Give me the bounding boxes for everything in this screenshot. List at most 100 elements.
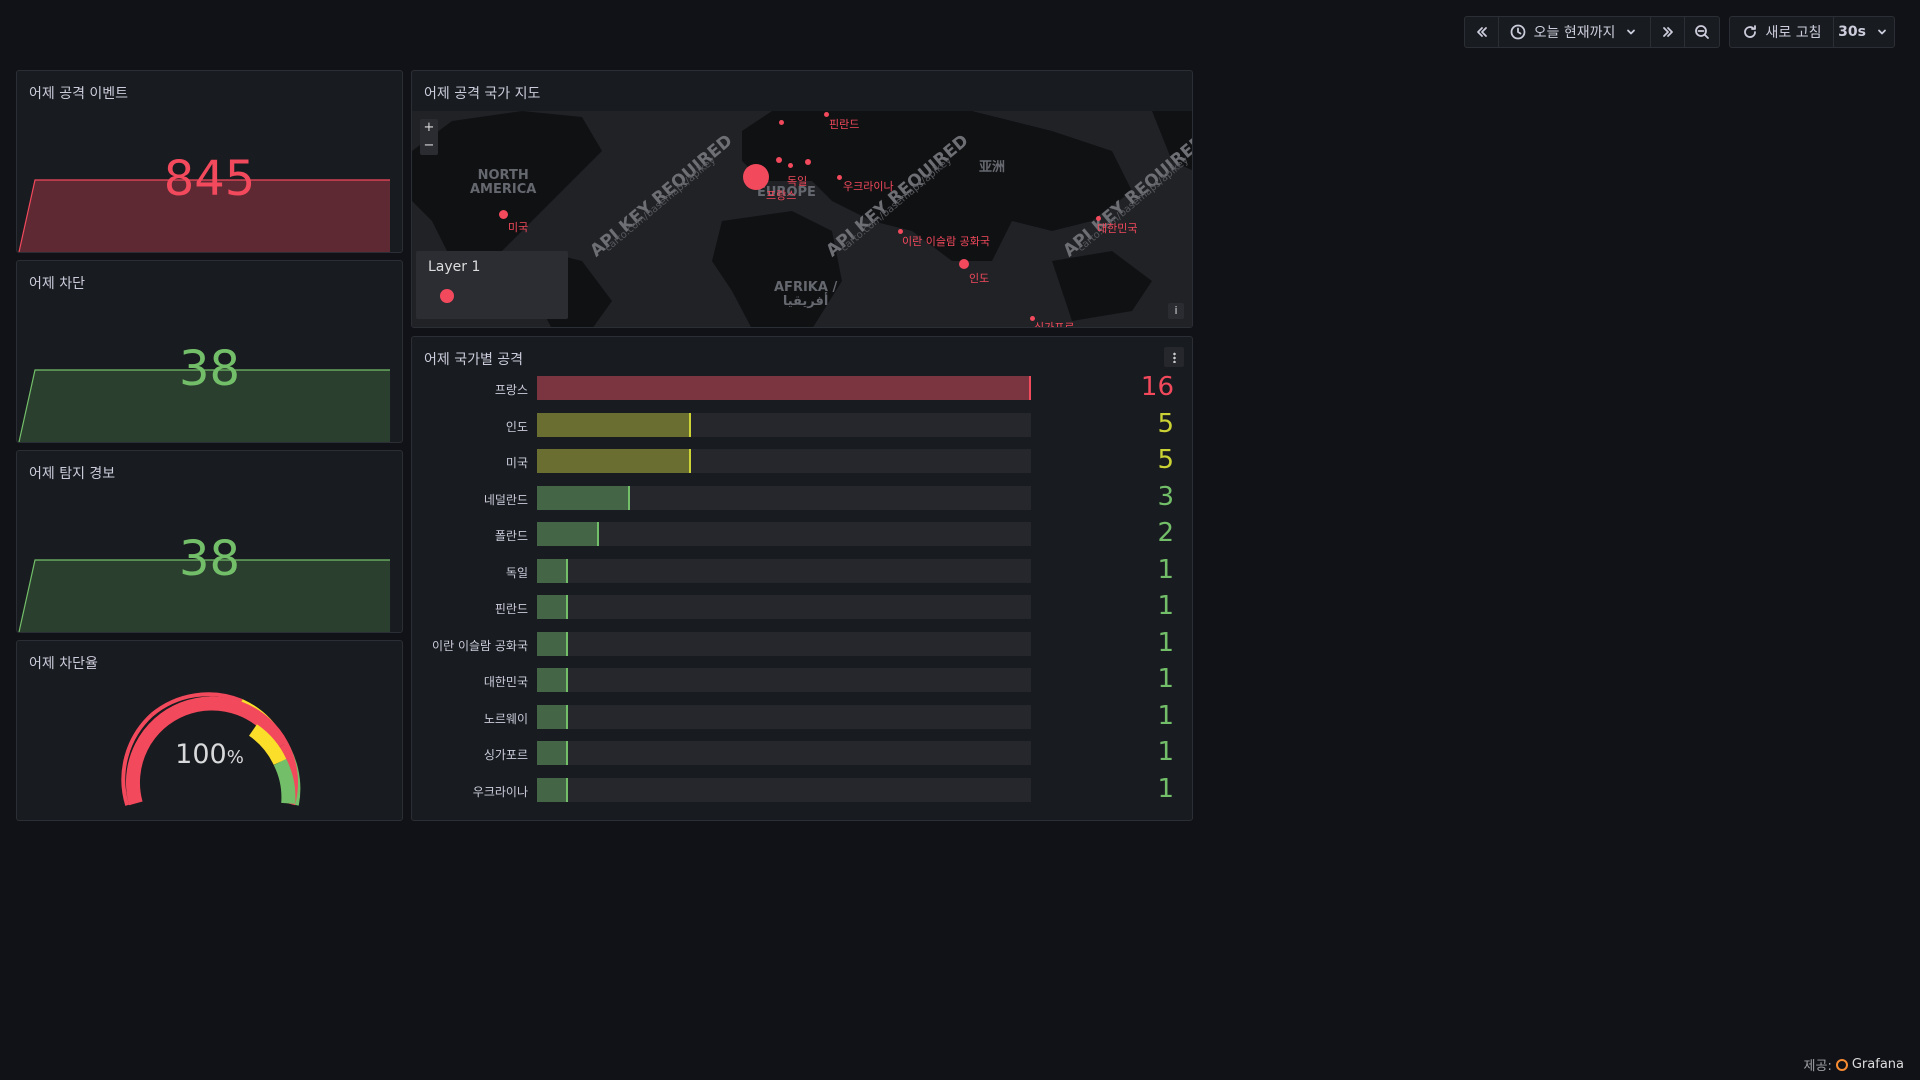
map-marker-netherlands[interactable]: [776, 157, 782, 163]
bar-track: [537, 558, 1031, 583]
bar-track: [537, 631, 1031, 656]
grafana-logo-icon: [1835, 1058, 1848, 1071]
map-label-singapore: 싱가포르: [1034, 319, 1074, 327]
map-marker-ukraine[interactable]: [837, 175, 842, 180]
bar-track: [537, 668, 1031, 692]
attack-map-panel: 어제 공격 국가 지도 NORTH AMERICA EUROPE AFRIKA /…: [411, 70, 1193, 328]
bar-label: 싱가포르: [483, 748, 528, 762]
bar-value: 16: [1140, 372, 1174, 402]
bar-track: [537, 595, 1031, 619]
map-legend: Layer 1: [416, 251, 568, 319]
bar-fill: [537, 412, 691, 437]
refresh-label: 새로 고침: [1765, 25, 1822, 41]
bar-label: 독일: [505, 565, 528, 580]
map-marker-germany[interactable]: [788, 163, 793, 168]
map-marker-norway[interactable]: [779, 120, 784, 125]
panel-menu-button[interactable]: [1164, 347, 1184, 367]
geo-label-asia: 亚洲: [979, 160, 1006, 175]
bar-label: 이란 이슬람 공화국: [432, 638, 528, 653]
time-range-picker[interactable]: 오늘 현재까지: [1499, 17, 1651, 47]
bar-fill: [537, 376, 1031, 400]
map-marker-poland[interactable]: [805, 159, 811, 165]
map-marker-us[interactable]: [499, 210, 508, 219]
bar-track: [537, 376, 1031, 400]
bar-row: 독일 1: [412, 554, 1192, 585]
bar-fill: [537, 449, 691, 473]
bar-fill: [537, 777, 568, 802]
time-back-button[interactable]: [1465, 17, 1499, 47]
stat-value: 38: [178, 341, 241, 397]
world-map[interactable]: NORTH AMERICA EUROPE AFRIKA / أفريقيا 亚洲 A…: [412, 111, 1192, 327]
bar-label: 대한민국: [483, 675, 528, 689]
map-label-india: 인도: [969, 272, 990, 285]
bar-row: 인도 5: [412, 408, 1192, 439]
map-label-korea: 대한민국: [1097, 222, 1138, 235]
bar-row: 노르웨이 1: [412, 700, 1192, 731]
chevrons-right-icon: [1660, 24, 1676, 40]
refresh-group: 새로 고침 30s: [1729, 16, 1895, 48]
zoom-in-button[interactable]: +: [420, 119, 438, 137]
refresh-icon: [1742, 24, 1758, 40]
time-range-label: 오늘 현재까지: [1533, 25, 1616, 41]
detect-alerts-panel: 어제 탐지 경보 38: [16, 450, 403, 633]
block-rate-gauge: [121, 692, 301, 806]
gauge-unit: %: [226, 747, 244, 768]
refresh-interval-picker[interactable]: 30s: [1834, 17, 1894, 47]
bar-label: 인도: [505, 419, 528, 434]
bar-fill: [537, 595, 568, 619]
bar-value: 5: [1157, 445, 1174, 475]
bar-row: 이란 이슬람 공화국 1: [412, 627, 1192, 658]
bar-track: [537, 777, 1031, 802]
bar-value: 5: [1157, 408, 1174, 439]
panel-title: 어제 공격 국가 지도: [424, 86, 541, 102]
bar-label: 폴란드: [494, 529, 528, 543]
by-country-panel: 어제 국가별 공격 프랑스 16 인도 5 미국 5 네덜란드 3 폴란드 2 독일 1 핀란드 1 이란 …: [411, 336, 1193, 821]
refresh-button[interactable]: 새로 고침: [1730, 17, 1834, 47]
bar-row: 싱가포르 1: [412, 737, 1192, 767]
chevron-down-icon: [1874, 24, 1890, 40]
stat-value: 38: [178, 531, 241, 587]
map-marker-india[interactable]: [959, 259, 969, 269]
bar-track: [537, 522, 1031, 546]
map-label-ukraine: 우크라이나: [843, 180, 894, 193]
bar-value: 1: [1157, 700, 1174, 731]
zoom-out-button[interactable]: −: [420, 137, 438, 155]
dashboard-toolbar: 오늘 현재까지 새로 고침 30s: [1464, 16, 1895, 48]
map-label-us: 미국: [508, 221, 529, 234]
bar-label: 노르웨이: [483, 711, 528, 726]
bar-fill: [537, 485, 630, 510]
bar-value: 1: [1157, 627, 1174, 658]
zoom-out-time-button[interactable]: [1685, 17, 1719, 47]
bar-value: 3: [1157, 481, 1174, 512]
bar-row: 폴란드 2: [412, 518, 1192, 548]
stat-value: 845: [163, 151, 256, 207]
bar-value: 1: [1157, 773, 1174, 804]
time-forward-button[interactable]: [1651, 17, 1685, 47]
map-label-iran: 이란 이슬람 공화국: [902, 235, 990, 248]
bar-value: 1: [1157, 591, 1174, 621]
bar-value: 1: [1157, 554, 1174, 585]
bar-label: 미국: [505, 456, 528, 470]
map-zoom-control: + −: [420, 119, 438, 155]
bar-fill: [537, 558, 568, 583]
bar-fill: [537, 668, 568, 692]
bar-fill: [537, 522, 599, 546]
bar-label: 프랑스: [494, 383, 528, 397]
footer: 제공: Grafana: [1804, 1055, 1904, 1074]
bar-track: [537, 704, 1031, 729]
bar-track: [537, 412, 1031, 437]
geo-label-north-america: NORTH AMERICA: [470, 168, 537, 198]
legend-title: Layer 1: [428, 259, 481, 275]
block-rate-panel: 어제 차단율 100%: [16, 640, 403, 821]
time-picker-group: 오늘 현재까지: [1464, 16, 1720, 48]
bar-row: 우크라이나 1: [412, 773, 1192, 804]
legend-marker: [440, 289, 454, 303]
bar-track: [537, 741, 1031, 765]
bar-row: 미국 5: [412, 445, 1192, 475]
footer-brand[interactable]: Grafana: [1852, 1057, 1904, 1072]
map-label-france: 프랑스: [766, 189, 797, 202]
bar-row: 핀란드 1: [412, 591, 1192, 621]
chevron-down-icon: [1623, 24, 1639, 40]
map-info-button[interactable]: i: [1168, 303, 1184, 319]
gauge-value: 100%: [17, 739, 402, 770]
